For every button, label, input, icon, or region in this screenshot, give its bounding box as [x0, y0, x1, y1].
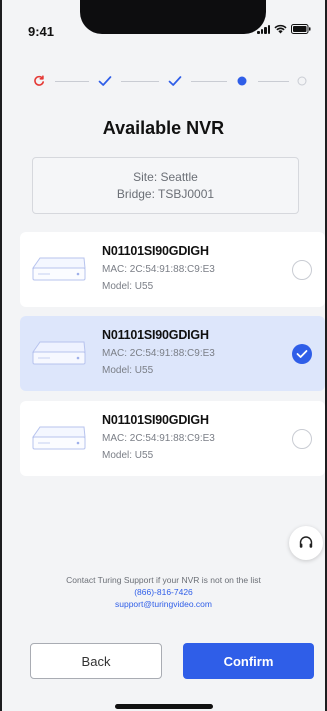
- nvr-device-icon: [32, 257, 86, 281]
- status-time: 9:41: [28, 24, 55, 39]
- nvr-list-item[interactable]: N01101SI90GDIGH MAC: 2C:54:91:88:C9:E3 M…: [20, 401, 325, 476]
- signal-icon: [257, 24, 270, 34]
- site-label: Site: Seattle: [133, 170, 198, 184]
- home-indicator: [115, 704, 213, 709]
- contact-support: Contact Turing Support if your NVR is no…: [2, 574, 325, 610]
- nvr-mac: MAC: 2C:54:91:88:C9:E3: [102, 348, 215, 359]
- page-title: Available NVR: [102, 118, 225, 138]
- nvr-device-icon: [32, 341, 86, 365]
- nvr-model: Model: U55: [102, 281, 154, 292]
- support-phone-link[interactable]: (866)-816-7426: [2, 586, 325, 598]
- step-5-empty-circle-icon: [291, 70, 313, 92]
- step-connector: [258, 81, 289, 82]
- headset-icon: [299, 536, 313, 548]
- wifi-icon: [274, 24, 287, 34]
- nvr-list-item-selected[interactable]: N01101SI90GDIGH MAC: 2C:54:91:88:C9:E3 M…: [20, 316, 325, 391]
- status-bar: 9:41: [2, 0, 325, 44]
- phone-screen: 9:41 Available NVR Site: Seattle Bridge:…: [0, 0, 327, 711]
- nvr-model: Model: U55: [102, 450, 154, 461]
- bridge-label: Bridge: TSBJ0001: [116, 187, 215, 201]
- nvr-id: N01101SI90GDIGH: [102, 413, 209, 427]
- nvr-id: N01101SI90GDIGH: [102, 328, 209, 342]
- nvr-radio-button[interactable]: [292, 260, 312, 280]
- step-connector: [121, 81, 159, 82]
- nvr-device-icon: [32, 426, 86, 450]
- confirm-button[interactable]: Confirm: [183, 643, 314, 679]
- check-icon: [296, 350, 308, 358]
- contact-message: Contact Turing Support if your NVR is no…: [66, 575, 261, 585]
- step-2-check-icon: [94, 70, 116, 92]
- nvr-model: Model: U55: [102, 365, 154, 376]
- step-4-current-dot-icon: [231, 70, 253, 92]
- nvr-mac: MAC: 2C:54:91:88:C9:E3: [102, 433, 215, 444]
- support-email-link[interactable]: support@turingvideo.com: [2, 598, 325, 610]
- progress-stepper: [28, 70, 308, 92]
- support-headset-button[interactable]: [289, 526, 323, 560]
- nvr-radio-button-checked[interactable]: [292, 344, 312, 364]
- back-button[interactable]: Back: [30, 643, 162, 679]
- step-3-check-icon: [164, 70, 186, 92]
- step-connector: [55, 81, 89, 82]
- status-icons: [257, 24, 311, 34]
- nvr-radio-button[interactable]: [292, 429, 312, 449]
- nvr-id: N01101SI90GDIGH: [102, 244, 209, 258]
- site-info-box: Site: Seattle Bridge: TSBJ0001: [32, 157, 299, 214]
- notch: [80, 0, 266, 34]
- nvr-list-item[interactable]: N01101SI90GDIGH MAC: 2C:54:91:88:C9:E3 M…: [20, 232, 325, 307]
- step-connector: [191, 81, 227, 82]
- step-1-retry-icon[interactable]: [28, 70, 50, 92]
- nvr-mac: MAC: 2C:54:91:88:C9:E3: [102, 264, 215, 275]
- battery-icon: [291, 24, 311, 34]
